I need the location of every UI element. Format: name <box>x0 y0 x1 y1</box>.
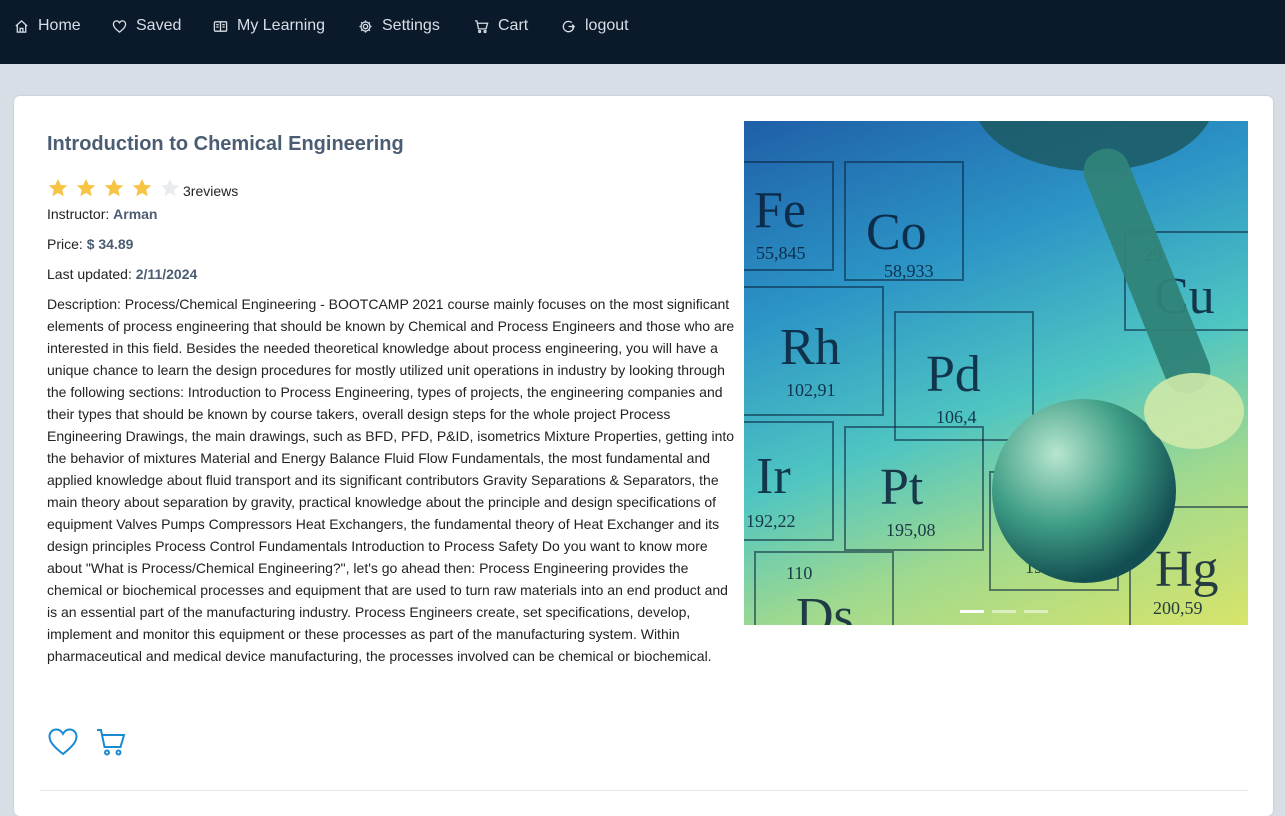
carousel-indicator[interactable] <box>960 610 984 613</box>
home-icon <box>15 19 28 33</box>
gear-icon <box>359 19 372 33</box>
price-row: Price: $ 34.89 <box>47 236 133 252</box>
instructor-name: Arman <box>113 206 158 222</box>
course-card: Introduction to Chemical Engineering 3re… <box>14 96 1273 816</box>
nav-home-label: Home <box>38 17 81 34</box>
periodic-cell: Co 58,933 <box>844 161 964 281</box>
nav-cart-label: Cart <box>498 17 529 34</box>
nav-cart[interactable]: Cart <box>474 14 528 38</box>
star-icon <box>48 178 68 197</box>
add-to-cart-button[interactable] <box>95 726 127 758</box>
nav-saved-label: Saved <box>136 17 182 34</box>
periodic-cell: 110 Ds <box>754 551 894 625</box>
reviews-count: 3reviews <box>183 183 239 199</box>
updated-row: Last updated: 2/11/2024 <box>47 266 197 282</box>
card-divider <box>40 790 1248 791</box>
instructor-label: Instructor: <box>47 206 110 222</box>
instructor-row: Instructor: Arman <box>47 206 158 222</box>
periodic-cell: Fe 55,845 <box>744 161 834 271</box>
price-label: Price: <box>47 236 83 252</box>
star-icon <box>132 178 152 197</box>
rating-stars <box>47 177 187 199</box>
periodic-cell: Rh 102,91 <box>744 286 884 416</box>
nav-saved[interactable]: Saved <box>112 14 181 38</box>
nav-settings-label: Settings <box>382 17 440 34</box>
price-value: $ 34.89 <box>86 236 134 252</box>
heart-icon <box>48 728 78 756</box>
course-description: Description: Process/Chemical Engineerin… <box>47 296 735 664</box>
molecule-model-image <box>979 121 1244 583</box>
cart-icon <box>97 729 126 756</box>
star-icon <box>104 178 124 197</box>
course-image-carousel[interactable]: Fe 55,845 Co 58,933 29 Cu Rh 102,91 Pd 1… <box>744 121 1248 625</box>
nav-settings[interactable]: Settings <box>358 14 440 38</box>
heart-icon <box>112 19 127 33</box>
nav-my-learning[interactable]: My Learning <box>213 14 325 38</box>
nav-logout[interactable]: logout <box>561 14 629 38</box>
carousel-indicators <box>960 610 1048 613</box>
carousel-indicator[interactable] <box>992 610 1016 613</box>
updated-label: Last updated: <box>47 266 132 282</box>
cart-icon <box>474 19 489 33</box>
star-icon <box>76 178 96 197</box>
nav-logout-label: logout <box>585 17 629 34</box>
save-course-button[interactable] <box>47 726 79 758</box>
nav-home[interactable]: Home <box>14 14 81 38</box>
star-empty-icon <box>160 178 180 197</box>
updated-value: 2/11/2024 <box>135 266 198 282</box>
course-title: Introduction to Chemical Engineering <box>47 133 404 155</box>
nav-my-learning-label: My Learning <box>237 17 326 34</box>
periodic-cell: Ir 192,22 <box>744 421 834 541</box>
periodic-cell: Pt 195,08 <box>844 426 984 551</box>
carousel-indicator[interactable] <box>1024 610 1048 613</box>
logout-icon <box>562 20 576 32</box>
book-icon <box>213 20 228 32</box>
top-navbar: Home Saved My Learning Settings Cart log… <box>0 0 1285 64</box>
